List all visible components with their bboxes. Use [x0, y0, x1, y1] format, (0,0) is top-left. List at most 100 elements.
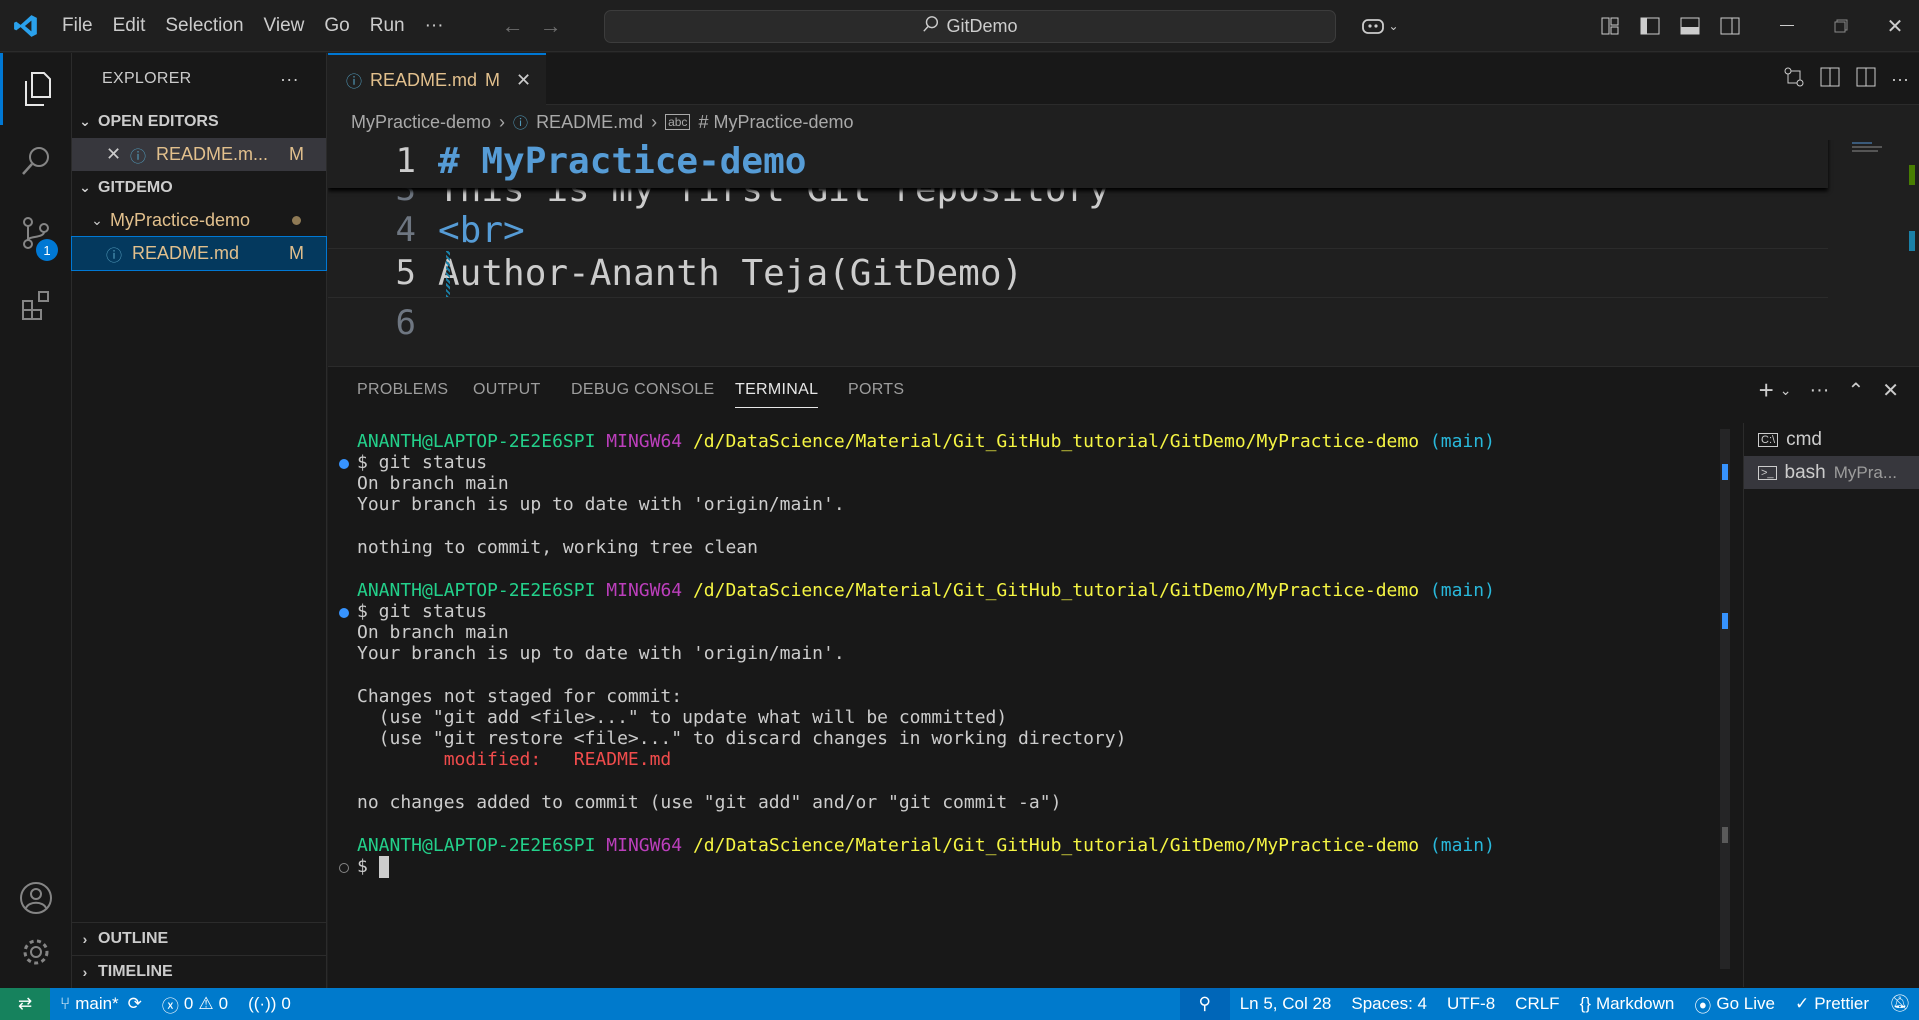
- encoding[interactable]: UTF-8: [1437, 988, 1505, 1020]
- minimap[interactable]: [1828, 140, 1888, 365]
- timeline-section[interactable]: › TIMELINE: [72, 955, 327, 988]
- chevron-down-icon: ⌄: [79, 113, 91, 129]
- toggle-primary-sidebar-icon[interactable]: [1630, 6, 1670, 46]
- outline-section[interactable]: › OUTLINE: [72, 922, 327, 955]
- language-mode[interactable]: {} Markdown: [1570, 988, 1685, 1020]
- split-editor-icon[interactable]: [1855, 66, 1877, 93]
- sticky-scroll-line[interactable]: 1 # MyPractice-demo: [328, 140, 1828, 188]
- open-editor-item[interactable]: ✕ ⓘ README.m... M: [72, 138, 326, 171]
- code-line-6: 6: [328, 298, 1828, 348]
- more-actions-icon[interactable]: ···: [280, 69, 299, 90]
- chevron-down-icon[interactable]: ⌄: [1780, 382, 1792, 399]
- check-icon: ✓: [1794, 994, 1810, 1013]
- tab-terminal[interactable]: TERMINAL: [735, 381, 819, 408]
- chevron-right-icon: ›: [499, 111, 506, 132]
- branch-indicator[interactable]: ⑂ main* ⟳: [50, 988, 152, 1020]
- warning-count: 0: [218, 994, 229, 1013]
- search-label: GitDemo: [946, 16, 1018, 36]
- terminal-item-bash[interactable]: >_ bash MyPra...: [1744, 456, 1919, 489]
- end-of-line[interactable]: CRLF: [1505, 988, 1569, 1020]
- terminal-name: cmd: [1786, 428, 1822, 450]
- terminal-cursor: [378, 856, 389, 878]
- remote-indicator[interactable]: ⇄: [0, 988, 50, 1020]
- chevron-down-icon: ⌄: [79, 179, 91, 195]
- more-actions-icon[interactable]: ···: [1809, 379, 1829, 402]
- close-panel-icon[interactable]: ✕: [1882, 378, 1899, 403]
- minimize-icon[interactable]: [1760, 6, 1814, 46]
- zoom-icon: ⚲: [1198, 994, 1211, 1013]
- open-editor-filename: README.m...: [156, 144, 269, 164]
- zoom-indicator[interactable]: ⚲: [1179, 988, 1230, 1020]
- broadcast-icon: ⦿: [1694, 996, 1712, 1016]
- close-tab-icon[interactable]: ✕: [516, 70, 531, 91]
- tab-problems[interactable]: PROBLEMS: [357, 381, 448, 399]
- command-line: $: [357, 854, 389, 880]
- restore-icon[interactable]: [1814, 6, 1868, 46]
- go-live-button[interactable]: ⦿ Go Live: [1684, 988, 1785, 1020]
- open-editors-section[interactable]: ⌄ OPEN EDITORS: [72, 105, 326, 138]
- open-preview-icon[interactable]: [1819, 66, 1841, 93]
- toggle-secondary-sidebar-icon[interactable]: [1710, 6, 1750, 46]
- extensions-icon[interactable]: [0, 269, 72, 341]
- customize-layout-icon[interactable]: [1590, 6, 1630, 46]
- close-icon[interactable]: ✕: [106, 144, 130, 165]
- tab-debug-console[interactable]: DEBUG CONSOLE: [571, 381, 715, 399]
- modified-dot-icon: [292, 216, 301, 225]
- menu-go[interactable]: Go: [314, 8, 359, 44]
- source-control-icon[interactable]: 1: [0, 197, 72, 269]
- gear-icon[interactable]: [0, 916, 72, 988]
- breadcrumb-folder[interactable]: MyPractice-demo: [351, 112, 491, 133]
- terminal-detail: MyPra...: [1833, 462, 1898, 482]
- tab-output[interactable]: OUTPUT: [473, 381, 541, 399]
- menu-edit[interactable]: Edit: [103, 8, 156, 44]
- terminal-icon: >_: [1758, 465, 1777, 480]
- menu-file[interactable]: File: [52, 8, 103, 44]
- folder-item[interactable]: ⌄ MyPractice-demo: [72, 204, 326, 237]
- prettier-button[interactable]: ✓ Prettier: [1785, 988, 1879, 1020]
- explorer-icon[interactable]: [0, 53, 72, 125]
- terminal-item-cmd[interactable]: C:\ cmd: [1744, 423, 1919, 456]
- command-success-icon[interactable]: [339, 608, 349, 618]
- terminal-output[interactable]: ANANTH@LAPTOP-2E2E6SPI MINGW64 /d/DataSc…: [328, 429, 1730, 987]
- menu-run[interactable]: Run: [360, 8, 415, 44]
- file-name: README.md: [132, 243, 240, 263]
- menu-selection[interactable]: Selection: [155, 8, 253, 44]
- info-icon: ⓘ: [130, 148, 147, 166]
- search-icon[interactable]: [0, 125, 72, 197]
- open-changes-icon[interactable]: [1783, 66, 1805, 93]
- file-item[interactable]: ⓘ README.md M: [71, 236, 327, 271]
- scrollbar-track[interactable]: [1905, 140, 1919, 365]
- tab-ports[interactable]: PORTS: [848, 381, 904, 399]
- breadcrumb-file[interactable]: README.md: [536, 112, 643, 133]
- remote-icon: ⇄: [17, 994, 33, 1013]
- terminal-scrollbar[interactable]: [1720, 429, 1730, 969]
- forward-arrow-icon[interactable]: →: [532, 13, 570, 39]
- problems-indicator[interactable]: ⓧ 0 ⚠ 0: [152, 988, 238, 1020]
- notifications-bell[interactable]: 🔕︎: [1879, 988, 1919, 1020]
- back-arrow-icon[interactable]: ←: [494, 13, 532, 39]
- maximize-panel-icon[interactable]: ⌃: [1847, 378, 1864, 403]
- menu-more[interactable]: ···: [415, 8, 454, 44]
- output-line: no changes added to commit (use "git add…: [357, 792, 1062, 813]
- indentation[interactable]: Spaces: 4: [1341, 988, 1437, 1020]
- line-number: 6: [395, 303, 416, 343]
- breadcrumb-symbol[interactable]: # MyPractice-demo: [698, 112, 853, 133]
- close-window-icon[interactable]: ✕: [1868, 6, 1919, 46]
- cursor-position[interactable]: Ln 5, Col 28: [1230, 988, 1342, 1020]
- command-center-search[interactable]: GitDemo: [604, 10, 1336, 43]
- open-editors-label: OPEN EDITORS: [98, 112, 219, 130]
- menu-view[interactable]: View: [254, 8, 315, 44]
- ports-indicator[interactable]: ((·)) 0: [238, 988, 301, 1020]
- toggle-panel-icon[interactable]: [1670, 6, 1710, 46]
- command-success-icon[interactable]: [339, 459, 349, 469]
- code-editor[interactable]: 3 This is my first Git repository 1 # My…: [328, 140, 1919, 365]
- new-terminal-icon[interactable]: +: [1759, 375, 1774, 406]
- chevron-right-icon: ›: [82, 964, 88, 980]
- more-actions-icon[interactable]: ···: [1891, 69, 1909, 90]
- line-number: 5: [395, 253, 416, 293]
- copilot-icon[interactable]: ⌄: [1352, 6, 1408, 46]
- workspace-section[interactable]: ⌄ GITDEMO: [72, 171, 326, 204]
- tab-readme[interactable]: ⓘ README.md M ✕: [328, 53, 546, 105]
- info-icon: ⓘ: [346, 74, 363, 91]
- command-pending-icon[interactable]: [339, 863, 349, 873]
